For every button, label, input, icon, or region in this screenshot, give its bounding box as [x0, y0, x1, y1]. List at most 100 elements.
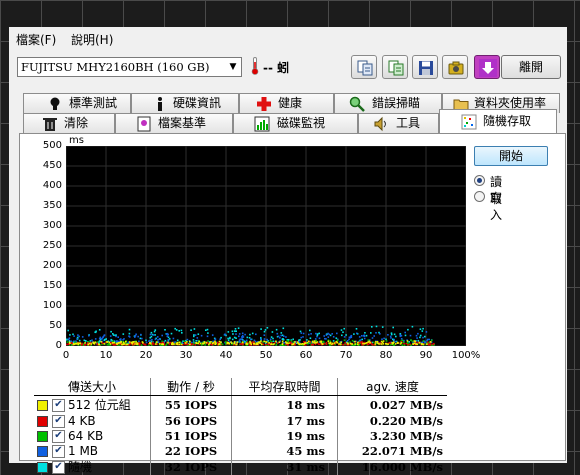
scatter-point: [263, 334, 266, 336]
start-button[interactable]: 開始: [474, 146, 548, 166]
series-color-swatch: [37, 400, 48, 411]
scatter-point: [153, 330, 156, 333]
series-checkbox[interactable]: ✔: [52, 461, 65, 474]
menu-help[interactable]: 說明(H): [71, 31, 113, 48]
scatter-point: [406, 340, 409, 342]
scatter-point: [283, 335, 285, 337]
menu-file[interactable]: 檔案(F): [16, 31, 56, 48]
scatter-point: [419, 334, 422, 337]
y-axis-unit: ms: [69, 135, 84, 146]
scatter-point: [385, 338, 387, 341]
tab-erase[interactable]: 清除: [23, 113, 115, 133]
scatter-point: [113, 341, 115, 344]
scatter-point: [405, 342, 407, 345]
scatter-point: [206, 335, 209, 338]
screenshot-button[interactable]: [442, 55, 468, 79]
scatter-point: [245, 342, 248, 345]
scatter-point: [317, 342, 319, 345]
scatter-point: [200, 334, 203, 337]
scatter-point: [270, 343, 272, 346]
scatter-point: [336, 339, 339, 342]
magnifier-icon: [349, 96, 365, 112]
y-tick-label: 150: [42, 280, 62, 291]
scatter-point: [193, 335, 195, 338]
scatter-point: [167, 339, 169, 341]
transfer-size-label: 1 MB: [68, 443, 99, 458]
scatter-point: [191, 341, 193, 344]
scatter-point: [251, 342, 254, 344]
scatter-point: [250, 338, 252, 341]
scatter-point: [175, 343, 178, 345]
scatter-point: [216, 341, 219, 344]
tab-tools[interactable]: 工具: [358, 113, 439, 133]
y-tick-label: 500: [42, 140, 62, 151]
scatter-point: [139, 337, 142, 340]
scatter-point: [233, 342, 235, 345]
scatter-point: [157, 339, 159, 341]
tab-benchmark[interactable]: 標準測試: [23, 93, 131, 113]
scatter-point: [431, 339, 433, 342]
tab-file-benchmark[interactable]: 檔案基準: [115, 113, 233, 133]
scatter-point: [166, 332, 169, 335]
access-time-cell: 31 ms: [231, 458, 338, 475]
scatter-point: [323, 335, 325, 337]
exit-button[interactable]: 離開: [501, 55, 561, 79]
scatter-point: [77, 342, 79, 344]
x-tick-label: 60: [299, 350, 313, 361]
series-checkbox[interactable]: ✔: [52, 429, 65, 443]
scatter-point: [125, 343, 128, 346]
access-time-cell: 17 ms: [231, 413, 338, 428]
scatter-point: [390, 333, 393, 336]
scatter-point: [416, 337, 418, 339]
scatter-point: [68, 337, 71, 339]
series-checkbox[interactable]: ✔: [52, 414, 65, 428]
tab-random-access[interactable]: 隨機存取: [439, 109, 557, 133]
scatter-point: [383, 337, 385, 340]
scatter-point: [389, 335, 392, 338]
scatter-point: [241, 341, 244, 344]
write-radio-button[interactable]: [474, 191, 485, 202]
tab-label: 健康: [278, 96, 303, 110]
scatter-point: [409, 343, 411, 346]
scatter-point: [275, 328, 278, 331]
scatter-point: [400, 338, 403, 340]
speed-cell: 0.220 MB/s: [337, 413, 447, 428]
scatter-point: [263, 338, 266, 340]
scatter-point: [374, 343, 377, 345]
tab-drive-info[interactable]: 硬碟資訊: [131, 93, 239, 113]
scatter-point: [266, 327, 269, 329]
scatter-point: [376, 341, 379, 343]
tab-disk-monitor[interactable]: 磁碟監視: [233, 113, 358, 133]
copy-all-button[interactable]: [382, 55, 408, 79]
drive-select[interactable]: FUJITSU MHY2160BH (160 GB) ▼: [17, 57, 242, 77]
tab-health[interactable]: 健康: [239, 93, 334, 113]
save-button[interactable]: [412, 55, 438, 79]
series-checkbox[interactable]: ✔: [52, 399, 65, 412]
scatter-point: [193, 334, 195, 336]
speed-cell: 0.027 MB/s: [337, 395, 447, 413]
x-tick-label: 90: [419, 350, 433, 361]
scatter-point: [336, 332, 338, 335]
scatter-point: [260, 340, 262, 342]
scatter-point: [251, 332, 254, 335]
scatter-point: [255, 333, 257, 336]
tab-label: 清除: [64, 116, 89, 130]
copy-button[interactable]: [351, 55, 377, 79]
scatter-point: [272, 340, 275, 343]
tab-error-scan[interactable]: 錯誤掃瞄: [334, 93, 442, 113]
scatter-point: [224, 333, 226, 336]
download-button[interactable]: [474, 55, 500, 79]
series-checkbox[interactable]: ✔: [52, 444, 65, 458]
scatter-point: [232, 333, 234, 335]
col-avg-access-time: 平均存取時間: [231, 378, 338, 396]
scatter-point: [137, 335, 139, 338]
scatter-point: [306, 339, 308, 341]
scatter-point: [170, 332, 173, 335]
scatter-point: [381, 326, 384, 328]
scatter-point: [158, 338, 161, 340]
scatter-point: [419, 336, 421, 339]
scatter-point: [194, 344, 197, 346]
read-radio-button[interactable]: [474, 175, 485, 186]
table-row: ✔ 1 MB 22 IOPS 45 ms 22.071 MB/s: [34, 443, 447, 458]
scatter-point: [230, 341, 232, 343]
